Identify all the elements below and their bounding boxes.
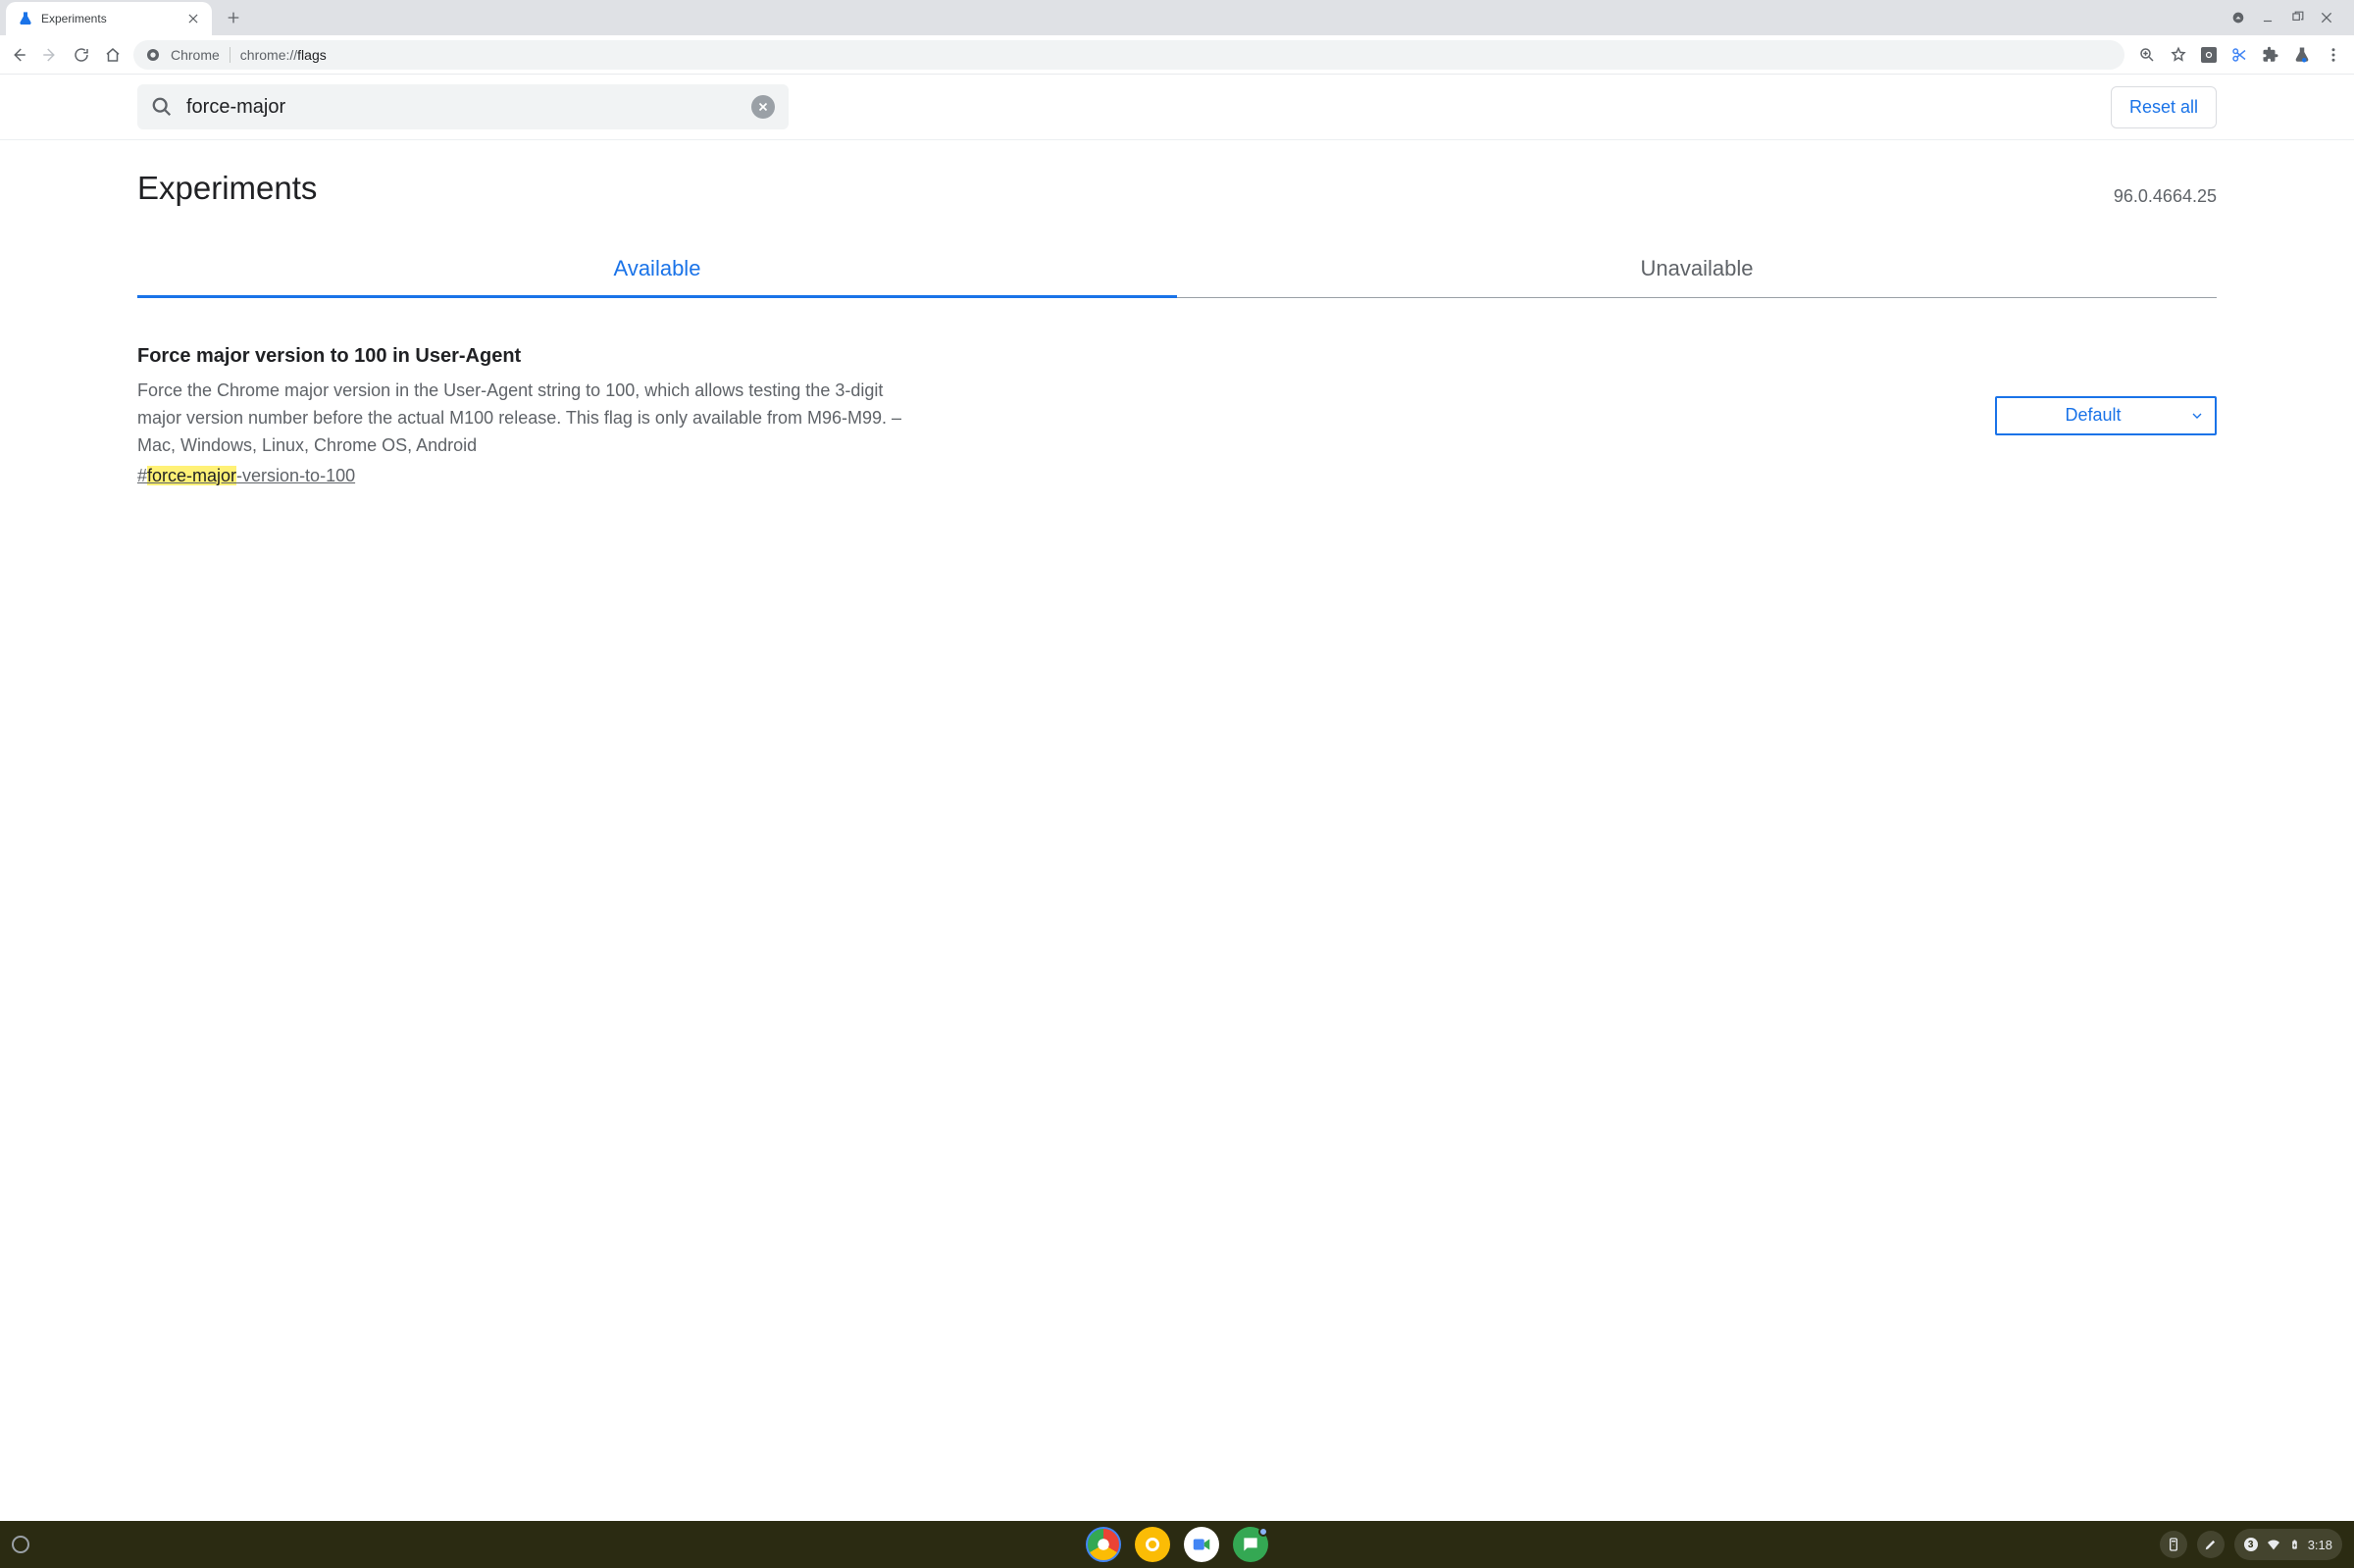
window-close-icon[interactable] bbox=[2319, 10, 2334, 25]
search-icon bbox=[151, 96, 173, 118]
header-row: Experiments 96.0.4664.25 bbox=[137, 170, 2217, 207]
extensions-icon[interactable] bbox=[2262, 46, 2279, 64]
toolbar-actions bbox=[2134, 46, 2346, 64]
star-icon[interactable] bbox=[2170, 46, 2187, 64]
maximize-icon[interactable] bbox=[2289, 10, 2305, 25]
phone-hub-icon[interactable] bbox=[2160, 1531, 2187, 1558]
messages-app-icon[interactable] bbox=[1233, 1527, 1268, 1562]
back-button[interactable] bbox=[8, 44, 29, 66]
launcher-button[interactable] bbox=[12, 1536, 29, 1553]
shelf: 3 3:18 bbox=[0, 1521, 2354, 1568]
labs-icon[interactable] bbox=[2293, 46, 2311, 64]
home-button[interactable] bbox=[102, 44, 124, 66]
chrome-icon bbox=[145, 47, 161, 63]
app-icon-2[interactable] bbox=[1135, 1527, 1170, 1562]
tab-available[interactable]: Available bbox=[137, 242, 1177, 298]
page-title: Experiments bbox=[137, 170, 317, 207]
wifi-icon bbox=[2266, 1537, 2281, 1552]
notification-badge: 3 bbox=[2244, 1538, 2258, 1551]
flag-anchor-link[interactable]: #force-major-version-to-100 bbox=[137, 466, 355, 486]
omnibox-url: chrome://flags bbox=[240, 47, 327, 63]
flag-description: Force the Chrome major version in the Us… bbox=[137, 378, 922, 460]
page-content: force-major Reset all Experiments 96.0.4… bbox=[0, 75, 2354, 1521]
tab-title: Experiments bbox=[41, 12, 179, 25]
omnibox-chip: Chrome bbox=[171, 47, 220, 63]
flag-title: Force major version to 100 in User-Agent bbox=[137, 345, 1966, 368]
close-icon[interactable] bbox=[186, 12, 200, 25]
reload-button[interactable] bbox=[71, 44, 92, 66]
browser-toolbar: Chrome chrome://flags bbox=[0, 35, 2354, 75]
search-input[interactable]: force-major bbox=[137, 84, 789, 129]
clock: 3:18 bbox=[2308, 1538, 2332, 1552]
browser-chrome: Experiments Chrome chrome://flags bbox=[0, 0, 2354, 75]
scissors-icon[interactable] bbox=[2230, 46, 2248, 64]
new-tab-button[interactable] bbox=[220, 4, 247, 31]
chevron-down-icon bbox=[2189, 408, 2205, 424]
flag-dropdown-value: Default bbox=[1997, 405, 2189, 426]
chrome-app-icon[interactable] bbox=[1086, 1527, 1121, 1562]
content-area: Experiments 96.0.4664.25 Available Unava… bbox=[0, 140, 2354, 526]
system-tray: 3 3:18 bbox=[2160, 1529, 2342, 1560]
address-bar[interactable]: Chrome chrome://flags bbox=[133, 40, 2124, 70]
window-controls bbox=[2230, 10, 2348, 25]
tab-bar: Available Unavailable bbox=[137, 242, 2217, 298]
reset-all-button[interactable]: Reset all bbox=[2111, 86, 2217, 128]
duo-app-icon[interactable] bbox=[1184, 1527, 1219, 1562]
search-value: force-major bbox=[186, 96, 738, 119]
clear-search-button[interactable] bbox=[751, 95, 775, 119]
shelf-apps bbox=[1086, 1527, 1268, 1562]
flask-icon bbox=[18, 11, 33, 26]
tab-unavailable[interactable]: Unavailable bbox=[1177, 242, 2217, 298]
search-row: force-major Reset all bbox=[0, 75, 2354, 140]
browser-tab[interactable]: Experiments bbox=[6, 2, 212, 35]
flag-dropdown[interactable]: Default bbox=[1995, 396, 2217, 435]
tab-strip: Experiments bbox=[0, 0, 2354, 35]
menu-icon[interactable] bbox=[2325, 46, 2342, 64]
zoom-icon[interactable] bbox=[2138, 46, 2156, 64]
stylus-icon[interactable] bbox=[2197, 1531, 2225, 1558]
extension-icon-1[interactable] bbox=[2201, 47, 2217, 63]
status-area[interactable]: 3 3:18 bbox=[2234, 1529, 2342, 1560]
forward-button[interactable] bbox=[39, 44, 61, 66]
account-icon[interactable] bbox=[2230, 10, 2246, 25]
minimize-icon[interactable] bbox=[2260, 10, 2276, 25]
battery-icon bbox=[2289, 1537, 2300, 1552]
version-label: 96.0.4664.25 bbox=[2114, 186, 2217, 207]
flag-text: Force major version to 100 in User-Agent… bbox=[137, 345, 1966, 486]
flag-item: Force major version to 100 in User-Agent… bbox=[137, 345, 2217, 486]
